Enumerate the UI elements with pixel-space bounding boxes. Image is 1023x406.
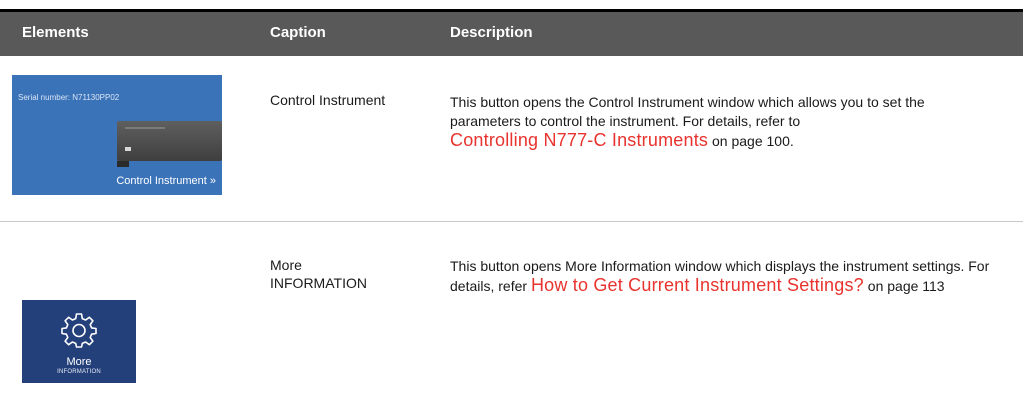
- serial-number-text: Serial number: N71130PP02: [18, 93, 120, 102]
- device-detail: [125, 127, 165, 129]
- page-reference: on page 113: [863, 278, 945, 294]
- information-sublabel: INFORMATION: [57, 369, 101, 375]
- caption-more-information: More INFORMATION: [270, 256, 367, 292]
- table-header: Elements Caption Description: [0, 12, 1023, 56]
- link-current-instrument-settings[interactable]: How to Get Current Instrument Settings?: [531, 275, 864, 295]
- description-text: This button opens the Control Instrument…: [450, 94, 925, 129]
- header-elements: Elements: [22, 24, 89, 41]
- gear-icon: [61, 313, 97, 348]
- table-row: [0, 222, 1023, 406]
- instrument-device-graphic: [117, 121, 222, 161]
- more-label: More: [66, 356, 92, 368]
- device-port: [125, 147, 131, 151]
- more-information-button-image: More INFORMATION: [22, 300, 136, 383]
- caption-line-2: INFORMATION: [270, 275, 367, 291]
- device-foot: [117, 161, 129, 167]
- caption-control-instrument: Control Instrument: [270, 92, 386, 108]
- control-instrument-button-image: Serial number: N71130PP02 Control Instru…: [12, 75, 222, 195]
- description-more-information: This button opens More Information windo…: [450, 257, 995, 296]
- header-description: Description: [450, 24, 533, 41]
- caption-line-1: More: [270, 257, 302, 273]
- header-caption: Caption: [270, 24, 326, 41]
- description-control-instrument: This button opens the Control Instrument…: [450, 93, 995, 151]
- control-instrument-label: Control Instrument »: [116, 175, 216, 187]
- document-page: Elements Caption Description Serial numb…: [0, 0, 1023, 406]
- page-reference: on page 100.: [708, 133, 794, 149]
- link-controlling-instruments[interactable]: Controlling N777-C Instruments: [450, 130, 708, 150]
